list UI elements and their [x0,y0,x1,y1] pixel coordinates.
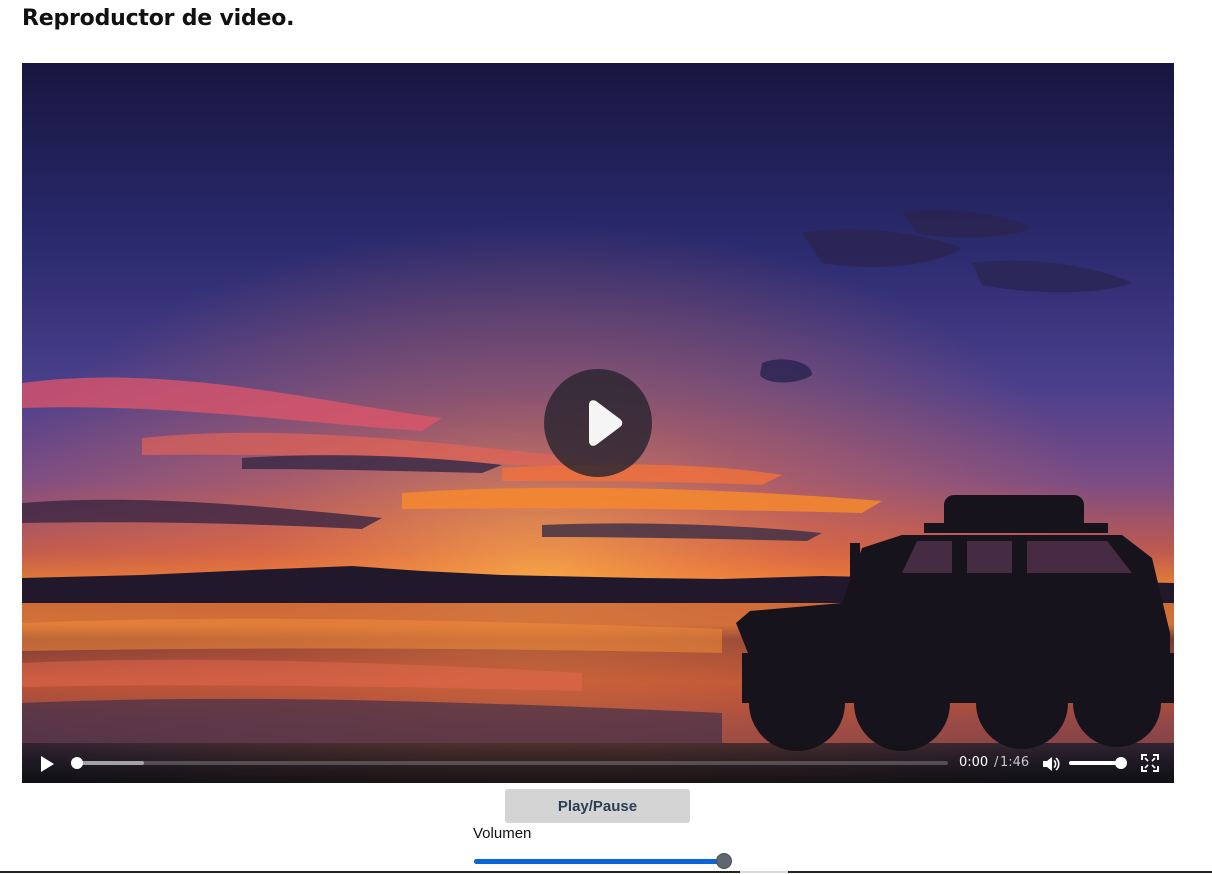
timeline-scrubber[interactable] [71,757,83,769]
current-time: 0:00 [959,755,989,770]
timeline-buffered [76,761,145,765]
player-volume-slider[interactable] [1069,757,1127,769]
bottom-divider-gap [740,871,788,873]
playpause-button[interactable]: Play/Pause [505,789,690,823]
volume-slider-fill [474,859,726,864]
page-title: Reproductor de video. [22,6,295,31]
play-button[interactable] [36,753,58,775]
fullscreen-button[interactable] [1140,753,1160,773]
play-icon [589,400,623,446]
video-timeline[interactable] [71,757,948,769]
big-play-button[interactable] [544,369,652,477]
mute-button[interactable] [1040,753,1062,775]
play-icon [41,756,54,772]
fullscreen-icon [1141,754,1159,772]
player-volume-knob[interactable] [1115,757,1127,769]
time-separator: / [994,755,999,770]
video-controls-bar: 0:00 / 1:46 [22,743,1174,783]
volume-slider[interactable] [474,853,732,869]
volume-slider-knob[interactable] [716,853,732,869]
video-player[interactable]: 0:00 / 1:46 [22,63,1174,783]
bottom-divider [0,871,1212,873]
volume-label: Volumen [473,825,532,842]
speaker-icon [1043,757,1060,771]
duration: 1:46 [1000,755,1030,770]
